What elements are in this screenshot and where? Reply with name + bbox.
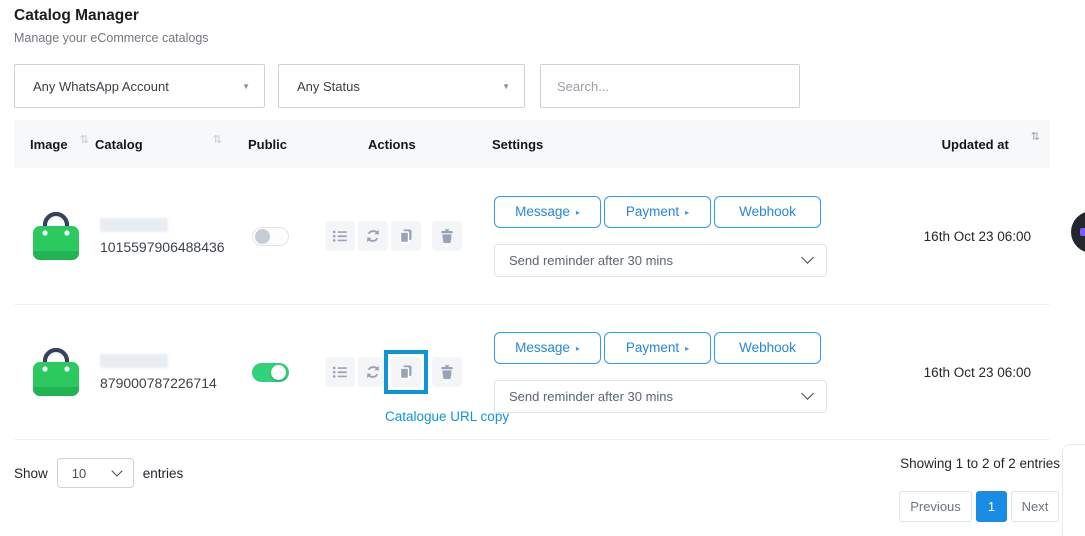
table-row: 1015597906488436	[14, 168, 1050, 305]
caret-right-icon: ▸	[685, 344, 689, 353]
caret-down-icon: ▼	[502, 82, 510, 91]
message-button[interactable]: Message ▸	[494, 196, 601, 228]
catalog-name-redacted	[100, 218, 168, 232]
page-title: Catalog Manager	[14, 7, 139, 25]
copy-tooltip-label: Catalogue URL copy	[385, 409, 509, 424]
delete-catalog-button[interactable]	[432, 357, 462, 387]
public-cell	[248, 363, 318, 382]
copy-icon	[398, 364, 414, 380]
copy-catalog-url-button[interactable]	[391, 221, 421, 251]
updated-at: 16th Oct 23 06:00	[840, 229, 1040, 244]
column-header-actions: Actions	[318, 137, 492, 152]
search-input[interactable]	[540, 64, 800, 108]
caret-right-icon: ▸	[576, 344, 580, 353]
copy-catalog-url-button[interactable]	[391, 357, 421, 387]
floating-widget-button[interactable]	[1071, 211, 1085, 253]
catalog-name-redacted	[100, 354, 168, 368]
page-subtitle: Manage your eCommerce catalogs	[14, 31, 209, 45]
toggle-knob	[271, 365, 286, 380]
entries-label: entries	[143, 466, 184, 481]
toggle-knob	[255, 229, 270, 244]
next-page-button[interactable]: Next	[1011, 491, 1059, 522]
catalog-id: 1015597906488436	[95, 239, 248, 255]
sync-catalog-button[interactable]	[358, 221, 388, 251]
caret-right-icon: ▸	[576, 208, 580, 217]
sort-icon[interactable]: ⇅	[213, 133, 222, 146]
sort-icon[interactable]: ⇅	[1031, 130, 1040, 143]
settings-buttons: Message ▸ Payment ▸ Webhook	[494, 332, 840, 364]
actions-cell	[318, 221, 492, 251]
column-header-settings: Settings	[492, 137, 840, 152]
catalog-cell: 879000787226714	[95, 354, 248, 391]
reminder-select[interactable]: Send reminder after 30 mins	[494, 244, 827, 277]
public-toggle[interactable]	[252, 363, 289, 382]
sort-icon[interactable]: ⇅	[80, 133, 89, 146]
chevron-down-icon	[801, 251, 814, 264]
settings-cell: Message ▸ Payment ▸ Webhook Send reminde…	[492, 332, 840, 413]
payment-button[interactable]: Payment ▸	[604, 196, 711, 228]
payment-button[interactable]: Payment ▸	[604, 332, 711, 364]
page-size-select[interactable]: 10	[57, 458, 134, 488]
public-toggle[interactable]	[252, 227, 289, 246]
catalog-image-cell	[30, 205, 95, 268]
list-icon	[332, 228, 348, 244]
list-icon	[332, 364, 348, 380]
catalog-items-button[interactable]	[325, 221, 355, 251]
column-header-catalog[interactable]: Catalog ⇅	[95, 137, 248, 152]
webhook-button[interactable]: Webhook	[714, 332, 821, 364]
settings-cell: Message ▸ Payment ▸ Webhook Send reminde…	[492, 196, 840, 277]
page-size-value: 10	[72, 466, 86, 481]
sync-icon	[365, 228, 381, 244]
show-label: Show	[14, 466, 48, 481]
catalog-id: 879000787226714	[95, 375, 248, 391]
chevron-down-icon	[111, 465, 122, 476]
catalog-manager-page: Catalog Manager Manage your eCommerce ca…	[0, 0, 1085, 536]
status-select[interactable]: Any Status ▼	[278, 64, 525, 108]
trash-icon	[439, 228, 455, 244]
shopping-bag-icon	[30, 341, 82, 399]
copy-button-highlight	[384, 350, 428, 394]
actions-cell	[318, 350, 492, 394]
pagination: Previous 1 Next	[899, 491, 1059, 522]
catalog-image-cell	[30, 341, 95, 404]
status-select-value: Any Status	[297, 79, 360, 94]
message-button[interactable]: Message ▸	[494, 332, 601, 364]
caret-right-icon: ▸	[685, 208, 689, 217]
panel-edge-divider	[1062, 444, 1085, 536]
chevron-down-icon	[801, 387, 814, 400]
previous-page-button[interactable]: Previous	[899, 491, 972, 522]
webhook-button[interactable]: Webhook	[714, 196, 821, 228]
page-size-control: Show 10 entries	[14, 458, 183, 488]
trash-icon	[439, 364, 455, 380]
filter-bar: Any WhatsApp Account ▼ Any Status ▼	[14, 64, 800, 108]
public-cell	[248, 227, 318, 246]
column-header-public: Public	[248, 137, 318, 152]
reminder-select[interactable]: Send reminder after 30 mins	[494, 380, 827, 413]
shopping-bag-icon	[30, 205, 82, 263]
sync-icon	[365, 364, 381, 380]
reminder-select-value: Send reminder after 30 mins	[509, 253, 673, 268]
column-header-updated-at[interactable]: Updated at ⇅	[840, 137, 1040, 152]
whatsapp-account-select[interactable]: Any WhatsApp Account ▼	[14, 64, 265, 108]
delete-catalog-button[interactable]	[432, 221, 462, 251]
updated-at: 16th Oct 23 06:00	[840, 365, 1040, 380]
copy-icon	[398, 228, 414, 244]
entries-summary: Showing 1 to 2 of 2 entries	[900, 456, 1060, 471]
catalog-items-button[interactable]	[325, 357, 355, 387]
table-body: 1015597906488436	[14, 168, 1050, 440]
table-row: 879000787226714	[14, 305, 1050, 440]
table-header: Image ⇅ Catalog ⇅ Public Actions Setting…	[14, 120, 1050, 168]
catalog-cell: 1015597906488436	[95, 218, 248, 255]
whatsapp-account-select-value: Any WhatsApp Account	[33, 79, 169, 94]
widget-logo-icon	[1080, 228, 1085, 236]
column-header-image[interactable]: Image ⇅	[30, 137, 95, 152]
current-page-button[interactable]: 1	[976, 491, 1007, 522]
settings-buttons: Message ▸ Payment ▸ Webhook	[494, 196, 840, 228]
reminder-select-value: Send reminder after 30 mins	[509, 389, 673, 404]
caret-down-icon: ▼	[242, 82, 250, 91]
